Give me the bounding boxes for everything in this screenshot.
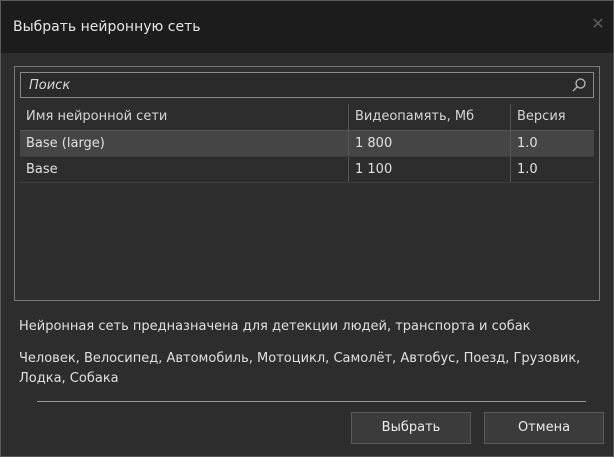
table-header: Имя нейронной сети Видеопамять, Мб Верси… (20, 104, 594, 131)
network-table: Имя нейронной сети Видеопамять, Мб Верси… (20, 104, 594, 183)
neural-network-dialog: Выбрать нейронную сеть ✕ Имя нейронной с… (0, 0, 614, 457)
close-icon[interactable]: ✕ (589, 15, 607, 33)
detection-classes: Человек, Велосипед, Автомобиль, Мотоцикл… (19, 351, 581, 386)
network-version: 1.0 (510, 131, 594, 156)
network-list-panel: Имя нейронной сети Видеопамять, Мб Верси… (14, 66, 600, 301)
table-row[interactable]: Base 1 100 1.0 (20, 157, 594, 183)
network-version: 1.0 (510, 157, 594, 182)
select-button[interactable]: Выбрать (351, 412, 471, 444)
search-icon[interactable] (571, 77, 587, 93)
search-box[interactable] (20, 72, 594, 98)
cancel-button[interactable]: Отмена (484, 412, 604, 444)
column-header-version[interactable]: Версия (510, 104, 594, 130)
network-vram: 1 100 (348, 157, 510, 182)
network-name: Base (26, 162, 58, 177)
column-header-vram[interactable]: Видеопамять, Мб (348, 104, 510, 130)
network-description: Нейронная сеть предназначена для детекци… (19, 319, 531, 334)
network-name: Base (large) (26, 136, 105, 151)
column-header-name[interactable]: Имя нейронной сети (20, 104, 348, 130)
network-vram: 1 800 (348, 131, 510, 156)
title-bar: Выбрать нейронную сеть ✕ (1, 1, 613, 53)
divider (37, 401, 586, 402)
search-input[interactable] (29, 76, 549, 94)
table-row[interactable]: Base (large) 1 800 1.0 (20, 131, 594, 157)
dialog-title: Выбрать нейронную сеть (13, 19, 201, 35)
